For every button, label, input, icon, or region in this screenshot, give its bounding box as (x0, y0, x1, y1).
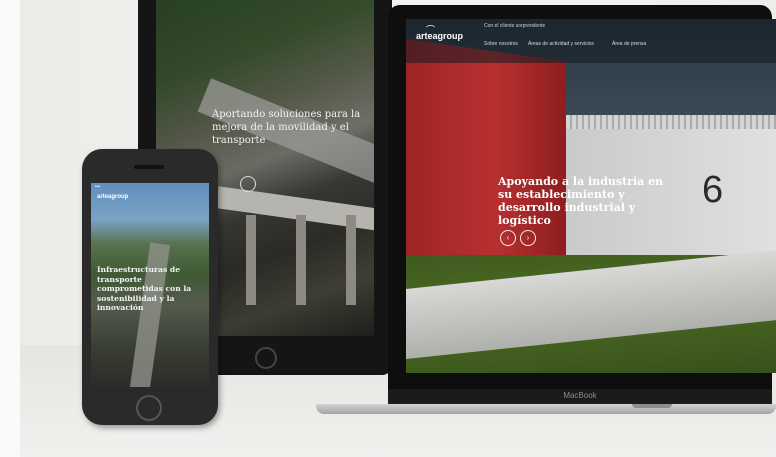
phone-logo[interactable]: arteagroup (97, 194, 128, 200)
building-number: 6 (702, 169, 724, 211)
left-margin (0, 0, 20, 457)
bridge-pillar (346, 215, 356, 305)
red-building-facade (406, 39, 566, 292)
prev-slide-icon[interactable]: ‹ (500, 230, 516, 246)
top-bar-text: Con el cliente sorprendente (484, 23, 546, 29)
slider-dot-icon[interactable] (240, 176, 256, 192)
laptop-screen: 6 ⌒ arteagroup Con el cliente sorprenden… (406, 19, 776, 373)
site-logo[interactable]: arteagroup (416, 31, 463, 41)
laptop-base (316, 404, 776, 414)
site-navbar: ⌒ arteagroup Con el cliente sorprendente… (406, 19, 776, 63)
bridge-pillar (296, 215, 306, 305)
laptop-chin: MacBook (388, 389, 772, 404)
phone-headline: Infraestructuras de transporte compromet… (97, 265, 192, 312)
phone-speaker (134, 165, 164, 169)
nav-item-prensa[interactable]: Área de prensa (612, 41, 646, 47)
tablet-home-button[interactable] (255, 347, 277, 369)
phone-home-button[interactable] (136, 395, 162, 421)
nav-item-sobre[interactable]: Sobre nosotros (484, 41, 518, 47)
nav-item-areas[interactable]: Áreas de actividad y servicios (528, 41, 594, 47)
phone-status-bar: ••• (95, 184, 101, 190)
laptop-notch (632, 404, 672, 408)
bridge-pillar (246, 215, 256, 305)
laptop-headline: Apoyando a la industria en su establecim… (498, 175, 664, 227)
next-slide-icon[interactable]: › (520, 230, 536, 246)
phone-device: ••• arteagroup Infraestructuras de trans… (82, 149, 218, 425)
phone-screen: ••• arteagroup Infraestructuras de trans… (91, 183, 209, 387)
tablet-headline: Aportando soluciones para la mejora de l… (212, 109, 361, 146)
laptop-brand: MacBook (563, 391, 597, 400)
